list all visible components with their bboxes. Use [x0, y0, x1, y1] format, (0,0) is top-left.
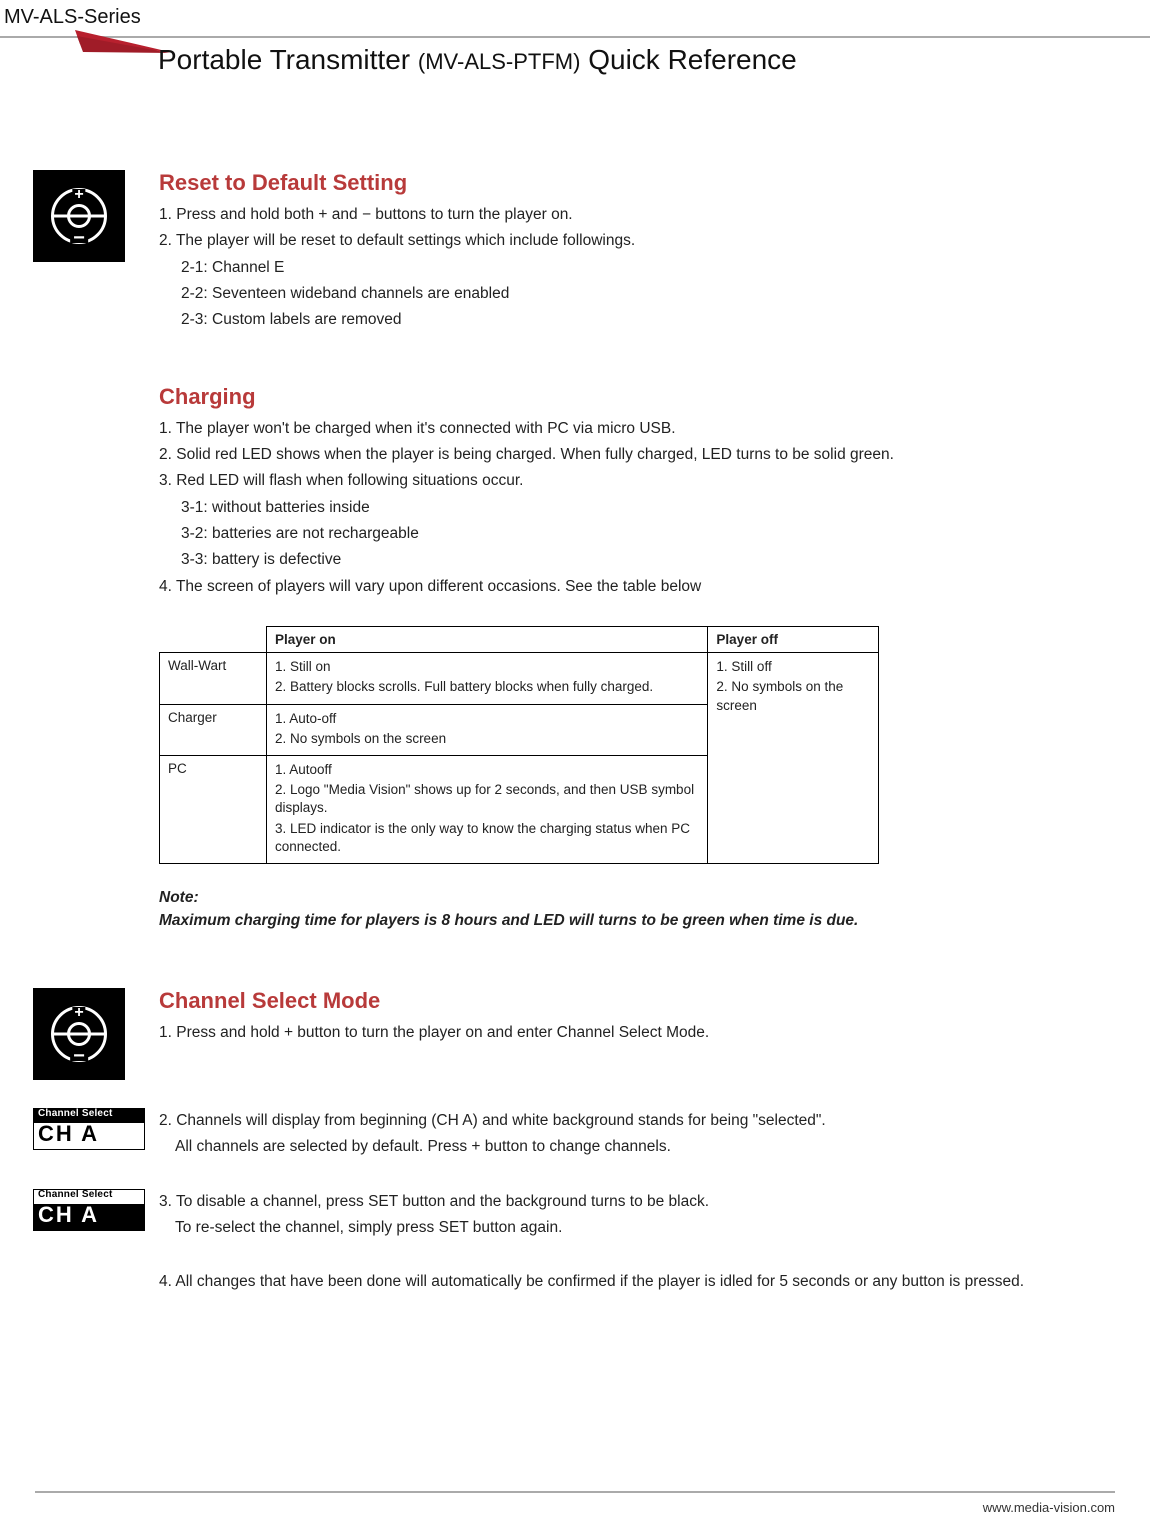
note-label: Note:: [159, 889, 199, 906]
charging-section: Charging 1. The player won't be charged …: [33, 384, 1133, 948]
table-head-player-off: Player off: [708, 627, 879, 653]
table-row-label: Charger: [160, 704, 267, 755]
channel-display-toplabel: Channel Select: [38, 1108, 113, 1119]
table-cell-item: 3. LED indicator is the only way to know…: [275, 820, 699, 856]
reset-substep: 2-1: Channel E: [181, 255, 1133, 281]
channel-step-cont: To re-select the channel, simply press S…: [159, 1215, 1133, 1241]
channel-display-text: CH A: [38, 1121, 99, 1147]
table-cell-item: 1. Auto-off: [275, 710, 699, 728]
minus-icon: −: [70, 233, 88, 243]
reset-substep: 2-3: Custom labels are removed: [181, 307, 1133, 333]
channel-section-step1: + − Channel Select Mode 1. Press and hol…: [33, 988, 1133, 1080]
charging-step: 4. The screen of players will vary upon …: [159, 574, 1133, 600]
plus-icon: +: [72, 1007, 85, 1019]
header-divider: [0, 36, 1150, 38]
table-cell-item: 2. No symbols on the screen: [275, 730, 699, 748]
table-cell-item: 2. Logo "Media Vision" shows up for 2 se…: [275, 781, 699, 817]
reset-section: + − Reset to Default Setting 1. Press an…: [33, 170, 1133, 334]
charging-table: Player on Player off Wall-Wart 1. Still …: [159, 626, 879, 864]
charging-note: Note: Maximum charging time for players …: [159, 886, 1133, 933]
reset-substep: 2-2: Seventeen wideband channels are ena…: [181, 281, 1133, 307]
title-main: Portable Transmitter: [158, 44, 418, 75]
reset-heading: Reset to Default Setting: [159, 170, 1133, 196]
table-cell-item: 1. Still off: [716, 658, 870, 676]
channel-display-text: CH A: [38, 1202, 99, 1228]
table-row: Wall-Wart 1. Still on 2. Battery blocks …: [160, 653, 879, 704]
content-area: + − Reset to Default Setting 1. Press an…: [33, 170, 1133, 1296]
table-head-player-on: Player on: [267, 627, 708, 653]
channel-step: 1. Press and hold + button to turn the p…: [159, 1020, 1133, 1046]
reset-icon-column: + −: [33, 170, 159, 262]
table-cell-player-off: 1. Still off 2. No symbols on the screen: [708, 653, 879, 864]
channel-heading: Channel Select Mode: [159, 988, 1133, 1014]
dpad-icon: + −: [33, 170, 125, 262]
channel-step: 3. To disable a channel, press SET butto…: [159, 1189, 1133, 1215]
charging-step: 1. The player won't be charged when it's…: [159, 416, 1133, 442]
table-cell-item: 2. Battery blocks scrolls. Full battery …: [275, 678, 699, 696]
footer-divider: [35, 1491, 1115, 1493]
reset-step: 1. Press and hold both + and − buttons t…: [159, 202, 1133, 228]
table-cell: 1. Auto-off 2. No symbols on the screen: [267, 704, 708, 755]
channel-display-selected-icon: Channel Select CH A: [33, 1108, 145, 1150]
charging-substep: 3-3: battery is defective: [181, 547, 1133, 573]
channel-step: 4. All changes that have been done will …: [159, 1269, 1133, 1295]
channel-section-step4: 4. All changes that have been done will …: [33, 1269, 1133, 1295]
reset-step: 2. The player will be reset to default s…: [159, 228, 1133, 254]
channel-section-step2: Channel Select CH A 2. Channels will dis…: [33, 1108, 1133, 1161]
series-label: MV-ALS-Series: [4, 6, 141, 29]
page-title: Portable Transmitter (MV-ALS-PTFM) Quick…: [158, 44, 797, 76]
channel-display-toplabel: Channel Select: [38, 1189, 113, 1200]
charging-heading: Charging: [159, 384, 1133, 410]
table-row-label: PC: [160, 756, 267, 864]
table-cell-item: 1. Autooff: [275, 761, 699, 779]
table-cell: 1. Still on 2. Battery blocks scrolls. F…: [267, 653, 708, 704]
note-text: Maximum charging time for players is 8 h…: [159, 912, 858, 929]
table-cell-item: 1. Still on: [275, 658, 699, 676]
channel-display-disabled-icon: Channel Select CH A: [33, 1189, 145, 1231]
channel-step: 2. Channels will display from beginning …: [159, 1108, 1133, 1134]
footer-url: www.media-vision.com: [983, 1500, 1115, 1515]
swoosh-icon: [75, 30, 170, 66]
charging-step: 3. Red LED will flash when following sit…: [159, 468, 1133, 494]
minus-icon: −: [70, 1051, 88, 1061]
charging-substep: 3-2: batteries are not rechargeable: [181, 521, 1133, 547]
channel-step-cont: All channels are selected by default. Pr…: [159, 1134, 1133, 1160]
page: MV-ALS-Series Portable Transmitter (MV-A…: [0, 0, 1150, 1535]
table-cell-item: 2. No symbols on the screen: [716, 678, 870, 714]
table-corner-empty: [160, 627, 267, 653]
plus-icon: +: [72, 189, 85, 201]
title-model: (MV-ALS-PTFM): [418, 49, 581, 74]
table-cell: 1. Autooff 2. Logo "Media Vision" shows …: [267, 756, 708, 864]
channel-section-step3: Channel Select CH A 3. To disable a chan…: [33, 1189, 1133, 1242]
table-row-label: Wall-Wart: [160, 653, 267, 704]
title-tail: Quick Reference: [580, 44, 796, 75]
dpad-icon: + −: [33, 988, 125, 1080]
charging-step: 2. Solid red LED shows when the player i…: [159, 442, 1133, 468]
charging-substep: 3-1: without batteries inside: [181, 495, 1133, 521]
